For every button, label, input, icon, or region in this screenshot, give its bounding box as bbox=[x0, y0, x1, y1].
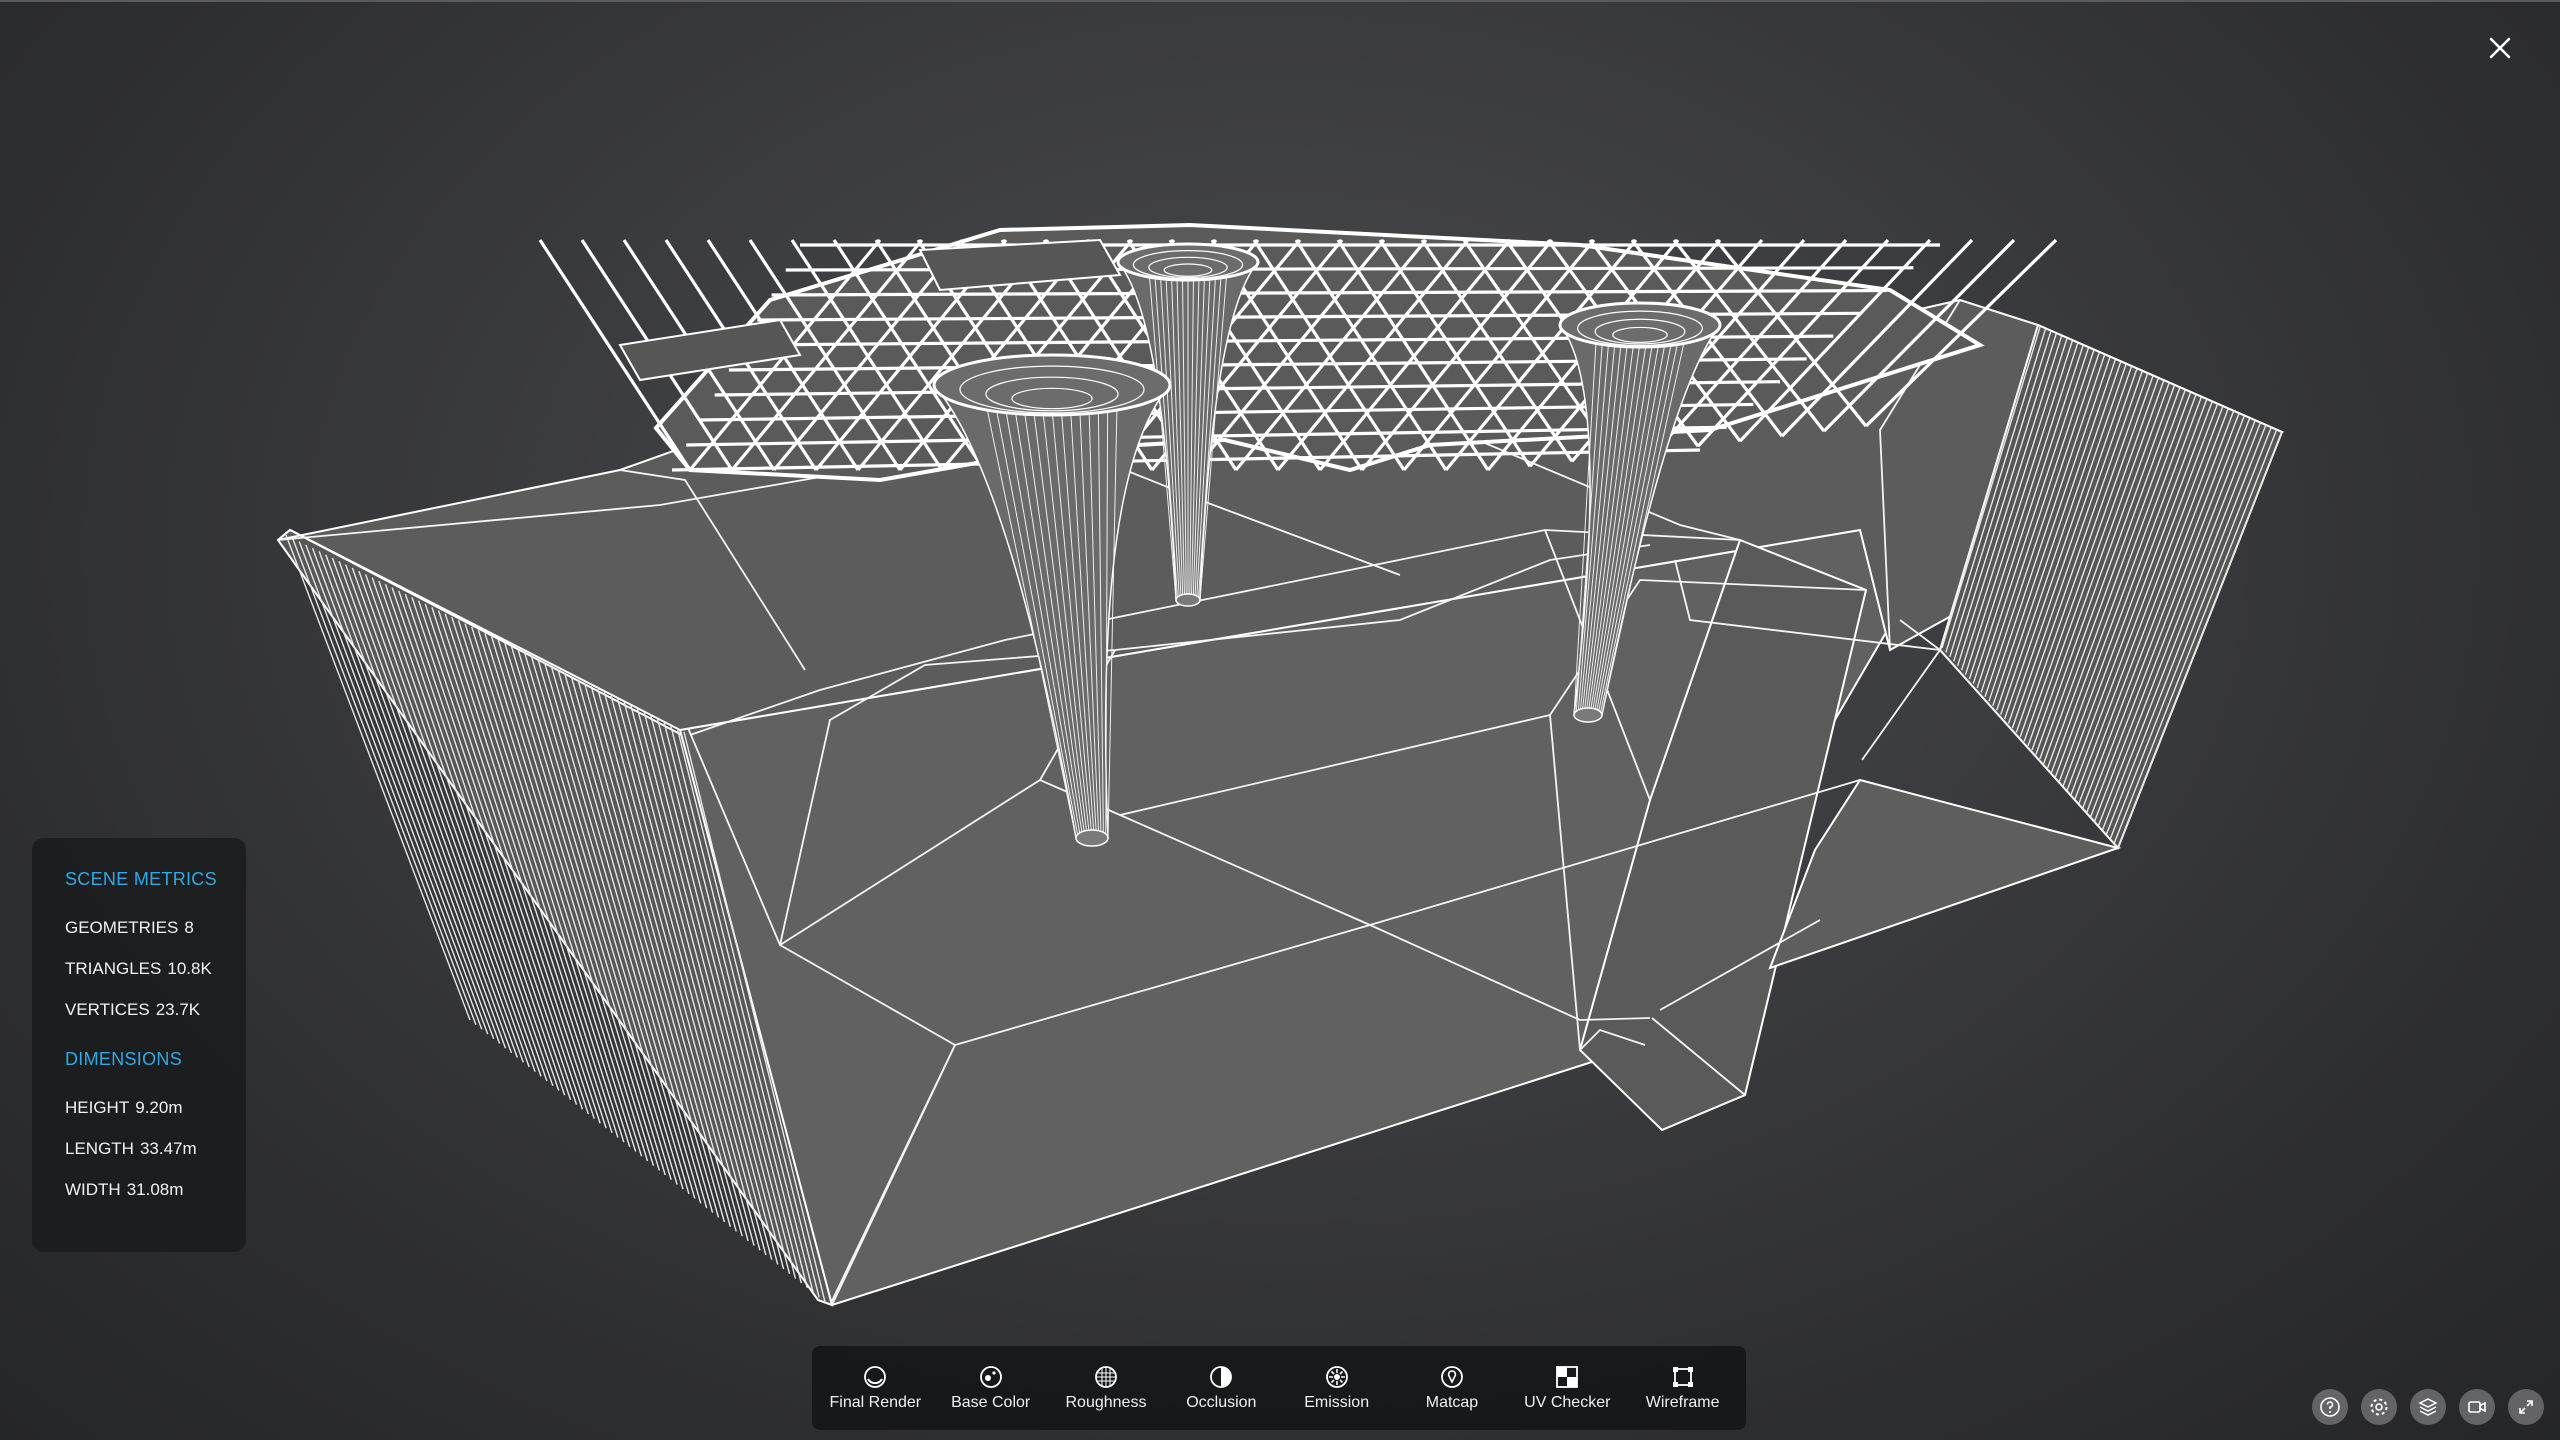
triangles-label: TRIANGLES bbox=[65, 959, 162, 978]
fullscreen-icon bbox=[2519, 1400, 2533, 1414]
final-render-label: Final Render bbox=[829, 1394, 922, 1411]
length-label: LENGTH bbox=[65, 1139, 134, 1158]
layers-button[interactable] bbox=[2410, 1389, 2446, 1425]
roughness-label: Roughness bbox=[1065, 1394, 1147, 1411]
height-label: HEIGHT bbox=[65, 1098, 130, 1117]
length-value: 33.47m bbox=[139, 1139, 197, 1158]
base-color-label: Base Color bbox=[951, 1394, 1031, 1411]
base-color-button[interactable]: Base Color bbox=[935, 1346, 1047, 1430]
geometries-label: GEOMETRIES bbox=[65, 918, 179, 937]
settings-icon bbox=[2370, 1398, 2388, 1416]
wireframe-label: Wireframe bbox=[1645, 1394, 1720, 1411]
scene-metrics-title: SCENE METRICS bbox=[65, 869, 217, 889]
wireframe-button[interactable]: Wireframe bbox=[1627, 1346, 1739, 1430]
width-value: 31.08m bbox=[126, 1180, 184, 1199]
matcap-icon bbox=[1439, 1364, 1465, 1390]
geometries-metric: GEOMETRIES 8 bbox=[65, 907, 246, 948]
uv-checker-button[interactable]: UV Checker bbox=[1511, 1346, 1623, 1430]
length-metric: LENGTH 33.47m bbox=[65, 1128, 246, 1169]
height-metric: HEIGHT 9.20m bbox=[65, 1087, 246, 1128]
wireframe-icon bbox=[1670, 1364, 1696, 1390]
model-viewport[interactable] bbox=[0, 0, 2560, 1440]
final-render-button[interactable]: Final Render bbox=[819, 1346, 931, 1430]
height-value: 9.20m bbox=[135, 1098, 183, 1117]
uv-checker-icon bbox=[1554, 1364, 1580, 1390]
triangles-value: 10.8K bbox=[167, 959, 212, 978]
dimensions-title: DIMENSIONS bbox=[65, 1049, 183, 1069]
geometries-value: 8 bbox=[184, 918, 194, 937]
close-icon bbox=[2489, 37, 2511, 59]
roughness-button[interactable]: Roughness bbox=[1050, 1346, 1162, 1430]
occlusion-label: Occlusion bbox=[1186, 1394, 1257, 1411]
occlusion-icon bbox=[1208, 1364, 1234, 1390]
matcap-button[interactable]: Matcap bbox=[1396, 1346, 1508, 1430]
close-button[interactable] bbox=[2478, 26, 2522, 70]
vertices-value: 23.7K bbox=[155, 1000, 201, 1019]
matcap-label: Matcap bbox=[1425, 1394, 1479, 1411]
roughness-icon bbox=[1093, 1364, 1119, 1390]
vertices-metric: VERTICES 23.7K bbox=[65, 989, 246, 1030]
corner-controls bbox=[2312, 1389, 2544, 1425]
occlusion-button[interactable]: Occlusion bbox=[1165, 1346, 1277, 1430]
final-render-icon bbox=[862, 1364, 888, 1390]
scene-info-panel: SCENE METRICS GEOMETRIES 8 TRIANGLES 10.8K… bbox=[32, 838, 246, 1252]
camera-icon bbox=[2468, 1401, 2486, 1413]
emission-button[interactable]: Emission bbox=[1281, 1346, 1393, 1430]
base-color-icon bbox=[978, 1364, 1004, 1390]
uv-checker-label: UV Checker bbox=[1524, 1394, 1611, 1411]
emission-icon bbox=[1324, 1364, 1350, 1390]
width-label: WIDTH bbox=[65, 1180, 121, 1199]
help-button[interactable] bbox=[2312, 1389, 2348, 1425]
emission-label: Emission bbox=[1304, 1394, 1370, 1411]
camera-button[interactable] bbox=[2459, 1389, 2495, 1425]
render-mode-toolbar: Final Render Base Color Roughness Occlus… bbox=[812, 1346, 1746, 1430]
triangles-metric: TRIANGLES 10.8K bbox=[65, 948, 246, 989]
vertices-label: VERTICES bbox=[65, 1000, 150, 1019]
settings-button[interactable] bbox=[2361, 1389, 2397, 1425]
width-metric: WIDTH 31.08m bbox=[65, 1169, 246, 1210]
help-icon bbox=[2320, 1397, 2340, 1417]
fullscreen-button[interactable] bbox=[2508, 1389, 2544, 1425]
model-ledge bbox=[1768, 778, 2122, 970]
wireframe-model[interactable] bbox=[0, 0, 2560, 1440]
layers-icon bbox=[2418, 1398, 2438, 1416]
